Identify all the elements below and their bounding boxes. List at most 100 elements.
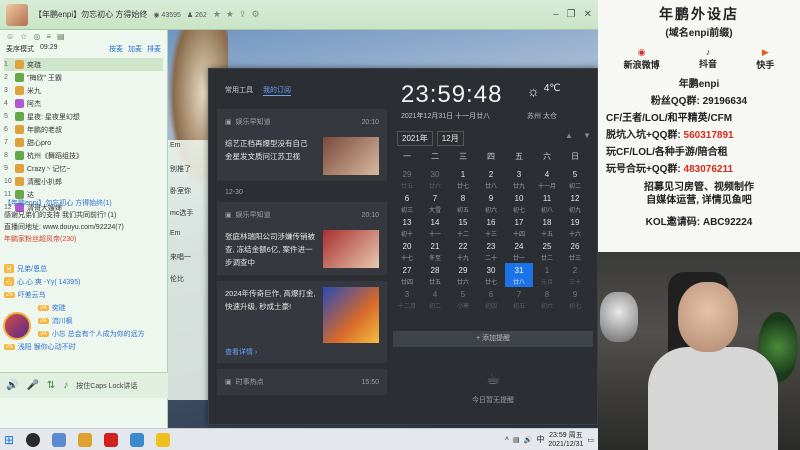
- calendar-day[interactable]: 8 初六: [533, 287, 561, 311]
- network-icon[interactable]: ▤: [513, 436, 520, 444]
- message-sender[interactable]: 吓差云鸟: [18, 290, 46, 300]
- message-sender[interactable]: 奕琏: [52, 303, 66, 313]
- calendar-day[interactable]: 29 廿五: [393, 167, 421, 191]
- calendar-day[interactable]: 7 大雪: [421, 191, 449, 215]
- channel-avatar[interactable]: [6, 3, 28, 26]
- mic-queue-item[interactable]: 8 杭州《舞蹈组技》: [4, 149, 163, 162]
- calendar-day[interactable]: 23 二十: [477, 239, 505, 263]
- message-sender[interactable]: 心.心 爽 -Yy( 14395): [17, 277, 80, 287]
- speaker-icon[interactable]: 🔊: [6, 380, 18, 391]
- calendar-day[interactable]: 22 十九: [449, 239, 477, 263]
- tab-subscriptions[interactable]: 我的订阅: [263, 85, 291, 96]
- settings-icon[interactable]: ⚙: [252, 9, 260, 20]
- mic-queue-item[interactable]: 10 清醒小扒郎: [4, 175, 163, 188]
- volume-icon[interactable]: 🔊: [524, 436, 533, 444]
- list-icon[interactable]: ≡: [46, 32, 51, 42]
- calendar-day[interactable]: 4 十一月: [533, 167, 561, 191]
- calendar-day[interactable]: 21 冬至: [421, 239, 449, 263]
- calendar-day[interactable]: 9 初六: [477, 191, 505, 215]
- tab-common-tools[interactable]: 常用工具: [225, 85, 253, 96]
- calendar-day[interactable]: 9 初七: [561, 287, 589, 311]
- calendar-day[interactable]: 20 十七: [393, 239, 421, 263]
- game-app-icon[interactable]: [78, 432, 93, 447]
- calendar-day[interactable]: 5 初二: [561, 167, 589, 191]
- minimize-button[interactable]: ‒: [553, 9, 559, 20]
- share-icon[interactable]: ⇪: [239, 9, 247, 20]
- start-button[interactable]: ⊞: [4, 433, 14, 447]
- mic-icon[interactable]: 🎤: [26, 380, 38, 391]
- news-card[interactable]: ▣ 娱乐早知道 20:10 张庭林瑞阳公司涉嫌传销被查, 冻结金额6亿, 案件进一步…: [217, 202, 387, 275]
- calendar-day[interactable]: 24 廿一: [505, 239, 533, 263]
- calendar-day[interactable]: 5 小寒: [449, 287, 477, 311]
- mic-link[interactable]: 加麦: [128, 44, 142, 56]
- ime-indicator[interactable]: 中: [536, 434, 544, 445]
- calendar-day[interactable]: 17 十四: [505, 215, 533, 239]
- calendar-day[interactable]: 8 初五: [449, 191, 477, 215]
- calendar-day[interactable]: 18 十五: [533, 215, 561, 239]
- calendar-day[interactable]: 30 廿七: [477, 263, 505, 287]
- emoji-icon[interactable]: ☺: [6, 32, 14, 42]
- mic-queue-item[interactable]: 7 甜心pro: [4, 136, 163, 149]
- mic-queue-item[interactable]: 2 "梅欣" 王霸: [4, 71, 163, 84]
- message-sender[interactable]: 流川枫: [52, 316, 73, 326]
- calendar-day[interactable]: 4 初二: [421, 287, 449, 311]
- calendar-day[interactable]: 19 十六: [561, 215, 589, 239]
- music-icon[interactable]: ♪: [63, 380, 68, 391]
- taskbar-clock[interactable]: 23:59 周五 2021/12/31: [548, 431, 583, 449]
- calendar-day-today[interactable]: 31 廿八: [505, 263, 533, 287]
- calendar-day[interactable]: 28 廿五: [421, 263, 449, 287]
- location-icon[interactable]: ◎: [33, 32, 40, 42]
- calendar-day[interactable]: 29 廿六: [449, 263, 477, 287]
- calendar-day[interactable]: 7 初五: [505, 287, 533, 311]
- folder-app-icon[interactable]: [130, 432, 145, 447]
- message-sender[interactable]: 小忘 总会有个人成为你的远方: [52, 329, 145, 339]
- mic-queue-item[interactable]: 4 阿杰: [4, 97, 163, 110]
- calendar-day[interactable]: 10 初七: [505, 191, 533, 215]
- slider-icon[interactable]: ⇅: [47, 380, 55, 391]
- year-select[interactable]: 2021年: [397, 131, 433, 146]
- calendar-day[interactable]: 2 廿八: [477, 167, 505, 191]
- calendar-day[interactable]: 1 元旦: [533, 263, 561, 287]
- mic-queue-item[interactable]: 3 米九: [4, 84, 163, 97]
- favorite-icon[interactable]: ★: [226, 9, 234, 20]
- obs-app-icon[interactable]: [26, 432, 41, 447]
- tray-expand-icon[interactable]: ˄: [505, 436, 509, 443]
- mic-queue-item[interactable]: 5 星夜: 星夜里幻想: [4, 110, 163, 123]
- news-card[interactable]: ▣ 时事热点 15:50: [217, 369, 387, 395]
- month-nav-arrows[interactable]: ▲ ▼: [565, 131, 595, 140]
- media-app-icon[interactable]: [104, 432, 119, 447]
- calendar-day[interactable]: 25 廿二: [533, 239, 561, 263]
- calendar-day[interactable]: 3 廿九: [505, 167, 533, 191]
- ad-card[interactable]: 2024年传奇巨作, 高爆打金, 快速升级, 秒成土豪! 查看详情 ›: [217, 281, 387, 363]
- star-icon[interactable]: ☆: [20, 32, 27, 42]
- calendar-day[interactable]: 6 初三: [393, 191, 421, 215]
- weather-widget[interactable]: ☼ 4℃ 苏州 太仓: [527, 83, 561, 120]
- calendar-day[interactable]: 27 廿四: [393, 263, 421, 287]
- mic-queue-item[interactable]: 9 Crazy丶记忆~: [4, 162, 163, 175]
- calendar-day[interactable]: 16 十三: [477, 215, 505, 239]
- calendar-day[interactable]: 15 十二: [449, 215, 477, 239]
- calendar-day[interactable]: 12 初九: [561, 191, 589, 215]
- calendar-day[interactable]: 14 十一: [421, 215, 449, 239]
- mic-queue-item[interactable]: 1 奕琏: [4, 58, 163, 71]
- chat-app-icon[interactable]: [156, 432, 171, 447]
- news-card[interactable]: ▣ 娱乐早知道 20:10 综艺正档再爆型没有自己 金星发文质问江苏卫视: [217, 109, 387, 181]
- user-avatar[interactable]: [3, 312, 31, 340]
- notification-icon[interactable]: ▭: [587, 436, 594, 444]
- star-icon[interactable]: ★: [213, 9, 221, 20]
- calendar-day[interactable]: 2 三十: [561, 263, 589, 287]
- calendar-day[interactable]: 30 廿六: [421, 167, 449, 191]
- calendar-day[interactable]: 3 十二月: [393, 287, 421, 311]
- close-button[interactable]: ✕: [584, 9, 592, 20]
- grid-icon[interactable]: ▤: [57, 32, 65, 42]
- mic-link[interactable]: 按麦: [109, 44, 123, 56]
- browser-app-icon[interactable]: [52, 432, 67, 447]
- calendar-day[interactable]: 13 初十: [393, 215, 421, 239]
- message-sender[interactable]: 浅阳 猴你心动不时: [18, 342, 76, 352]
- mic-queue-item[interactable]: 6 年鹏的老叔: [4, 123, 163, 136]
- month-select[interactable]: 12月: [436, 131, 464, 146]
- calendar-day[interactable]: 6 初四: [477, 287, 505, 311]
- message-sender[interactable]: 兄弟/恩总: [17, 264, 47, 274]
- ad-more-link[interactable]: 查看详情 ›: [225, 347, 379, 357]
- maximize-button[interactable]: ❐: [567, 9, 576, 20]
